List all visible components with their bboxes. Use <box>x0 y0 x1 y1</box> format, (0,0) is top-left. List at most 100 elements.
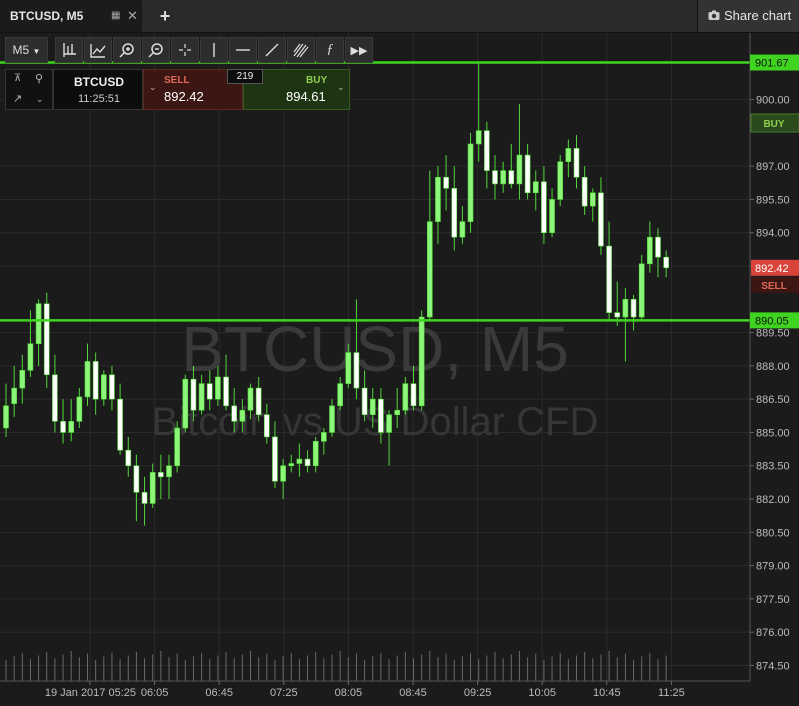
price-tick-label: 879.00 <box>756 561 790 573</box>
candle-body <box>426 221 433 318</box>
trade-panel: ⊼ ⚲ ↗ ⌄ BTCUSD 11:25:51 ⌄ SELL 892.42 BU… <box>5 69 350 110</box>
fast-forward-button[interactable]: ▶▶ <box>345 37 373 63</box>
sell-tag-label: SELL <box>761 281 787 292</box>
time-tick-label: 10:45 <box>593 687 621 699</box>
candle-body <box>272 436 278 482</box>
candle-body <box>435 176 441 222</box>
candle-body <box>443 176 449 189</box>
candle-body <box>655 236 661 258</box>
candle-body <box>606 245 612 313</box>
crosshair-bars-tool-button[interactable] <box>55 37 83 63</box>
candle-body <box>190 378 197 411</box>
candle-body <box>255 387 262 415</box>
external-link-icon[interactable]: ↗ <box>13 92 22 105</box>
symbol-name: BTCUSD <box>74 75 124 89</box>
price-chart[interactable]: BTCUSD, M5 Bitcoin vs US Dollar CFD 900.… <box>0 33 799 701</box>
time-tick-label: 11:25 <box>658 687 685 699</box>
candle-body <box>223 376 229 407</box>
candle-body <box>581 176 588 207</box>
horizontal-line-button[interactable] <box>229 37 257 63</box>
candle-body <box>345 352 352 384</box>
candle-body <box>378 398 384 433</box>
candle-body <box>402 383 409 411</box>
candle-body <box>386 414 392 433</box>
fibonacci-button[interactable] <box>287 37 315 63</box>
indicator-tool-button[interactable] <box>84 37 112 63</box>
candle-body <box>141 492 148 504</box>
buy-price: 894.61 <box>286 89 326 104</box>
price-tick-label: 895.50 <box>756 194 790 206</box>
vertical-line-button[interactable] <box>200 37 228 63</box>
add-tab-button[interactable]: + <box>152 4 178 28</box>
chevron-down-icon[interactable]: ⌄ <box>36 94 44 105</box>
candle-body <box>573 148 580 178</box>
candle-body <box>361 387 368 415</box>
candle-body <box>92 361 99 400</box>
candle-body <box>492 170 498 185</box>
share-chart-button[interactable]: Share chart <box>697 0 799 32</box>
sell-chevron-icon: ⌄ <box>149 82 157 92</box>
candle-body <box>206 383 213 400</box>
trend-indicator-icon <box>90 44 106 58</box>
candle-body <box>557 161 564 200</box>
fibonacci-icon <box>293 43 309 58</box>
timeframe-value: M5 <box>12 43 30 57</box>
trend-line-button[interactable] <box>258 37 286 63</box>
buy-label: BUY <box>306 75 328 86</box>
price-tick-label: 889.50 <box>756 328 790 340</box>
chart-tab[interactable]: BTCUSD, M5 ▦ ✕ <box>0 0 142 32</box>
candle-body <box>451 188 458 238</box>
close-icon[interactable]: ✕ <box>127 8 138 24</box>
candle-body <box>247 387 254 411</box>
price-tick-label: 880.50 <box>756 527 790 539</box>
sell-price: 892.42 <box>164 89 204 104</box>
candle-body <box>231 405 237 422</box>
price-tick-label: 882.00 <box>756 494 790 506</box>
chevron-down-icon: ▼ <box>32 47 41 56</box>
vertical-line-icon <box>213 43 215 57</box>
candle-body <box>647 236 653 265</box>
candle-body <box>541 181 547 234</box>
candle-body <box>329 405 335 433</box>
crosshair-button[interactable] <box>171 37 199 63</box>
horizontal-line-label: 890.05 <box>755 315 789 327</box>
candle-body <box>321 432 327 442</box>
sell-price-label: 892.42 <box>755 263 789 275</box>
candle-body <box>410 383 417 407</box>
price-tick-label: 883.50 <box>756 461 790 473</box>
candle-body <box>524 154 531 194</box>
candle-body <box>663 256 669 269</box>
candle-body <box>52 374 58 422</box>
candle-body <box>467 143 474 222</box>
candle-body <box>125 449 132 467</box>
candle-body <box>19 370 26 389</box>
candle-body <box>500 170 506 185</box>
candle-body <box>11 387 17 404</box>
spread-value: 219 <box>227 69 263 84</box>
function-icon: ƒ <box>326 42 334 57</box>
candle-body <box>516 154 523 185</box>
candle-body <box>638 263 645 318</box>
candle-body <box>263 414 270 438</box>
candle-body <box>43 303 50 376</box>
candle-body <box>394 409 401 415</box>
candle-body <box>369 398 376 415</box>
candle-body <box>68 421 74 433</box>
function-button[interactable]: ƒ <box>316 37 344 63</box>
horizontal-line-icon <box>236 49 250 51</box>
timeframe-select[interactable]: M5 ▼ <box>5 37 48 63</box>
collapse-icon[interactable]: ⊼ <box>14 73 21 84</box>
panel-controls: ⊼ ⚲ ↗ ⌄ <box>5 69 53 110</box>
candle-body <box>198 383 205 411</box>
buy-tag-label: BUY <box>763 119 784 130</box>
symbol-box[interactable]: BTCUSD 11:25:51 <box>53 69 143 110</box>
search-icon[interactable]: ⚲ <box>35 72 43 85</box>
candle-body <box>337 383 343 407</box>
candle-body <box>475 130 482 145</box>
chart-area[interactable]: BTCUSD, M5 Bitcoin vs US Dollar CFD 900.… <box>0 33 799 701</box>
zoom-in-button[interactable] <box>113 37 141 63</box>
zoom-out-button[interactable] <box>142 37 170 63</box>
candle-body <box>182 378 189 429</box>
time-tick-label: 07:25 <box>270 687 298 699</box>
layout-grid-icon[interactable]: ▦ <box>111 10 120 21</box>
